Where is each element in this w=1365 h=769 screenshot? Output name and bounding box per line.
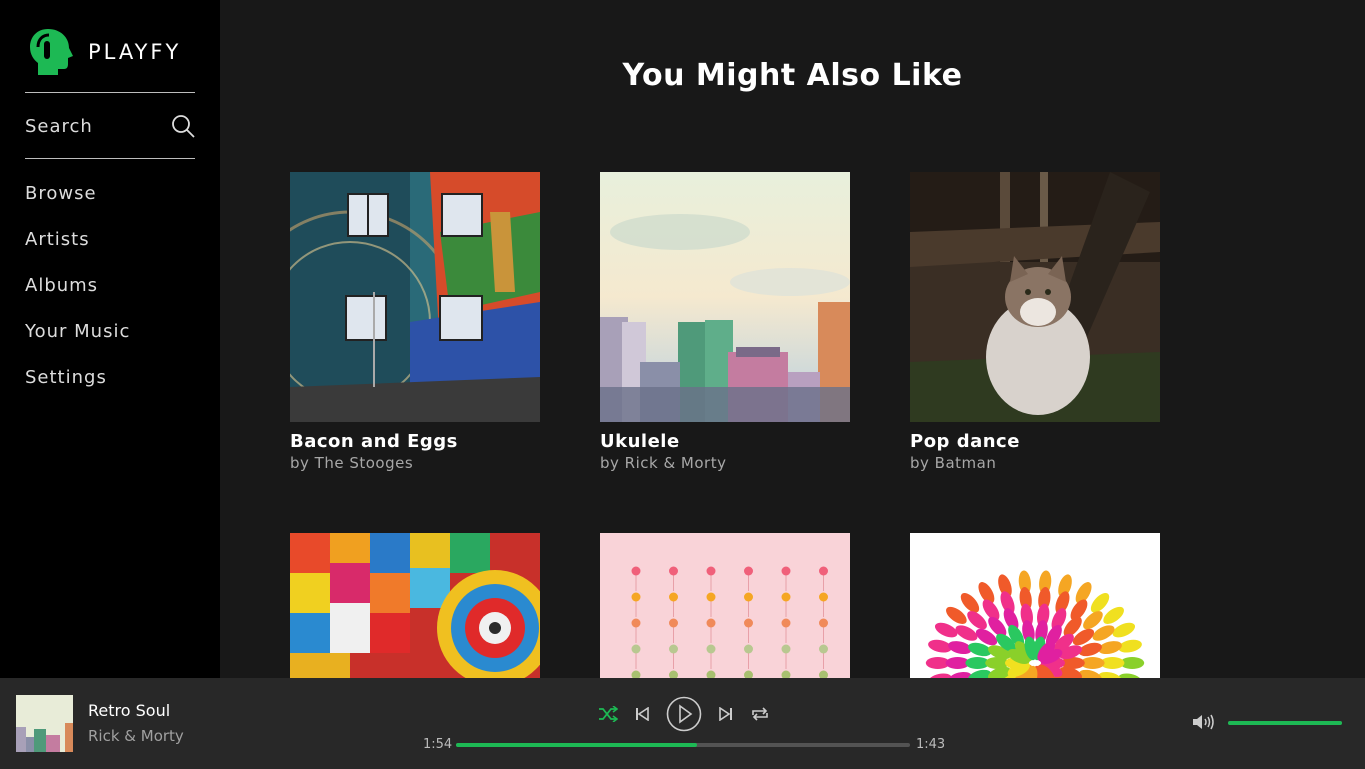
- main-content: You Might Also Like Bacon and Eggs by Th…: [220, 0, 1365, 678]
- progress-fill: [456, 743, 697, 747]
- previous-button[interactable]: [635, 707, 649, 721]
- album-artist[interactable]: by Rick & Morty: [600, 454, 850, 472]
- volume-icon: [1193, 714, 1214, 730]
- album-card[interactable]: [910, 533, 1160, 678]
- repeat-icon: [752, 707, 768, 721]
- divider: [25, 92, 195, 93]
- volume-button[interactable]: [1192, 713, 1216, 735]
- album-cover[interactable]: [910, 172, 1160, 422]
- sidebar-item-browse[interactable]: Browse: [25, 170, 130, 216]
- sidebar-nav: Browse Artists Albums Your Music Setting…: [25, 170, 130, 400]
- sidebar-item-artists[interactable]: Artists: [25, 216, 130, 262]
- logo[interactable]: PLAYFY: [28, 27, 181, 77]
- album-cover[interactable]: [290, 533, 540, 678]
- player-bar: Retro Soul Rick & Morty 1:54 1:43: [0, 678, 1365, 769]
- play-icon: [666, 696, 702, 732]
- next-icon: [719, 707, 732, 721]
- repeat-button[interactable]: [750, 706, 770, 722]
- album-artist[interactable]: by The Stooges: [290, 454, 540, 472]
- album-cover[interactable]: [290, 172, 540, 422]
- volume-slider[interactable]: [1228, 721, 1342, 725]
- album-card[interactable]: Ukulele by Rick & Morty: [600, 172, 850, 472]
- album-card[interactable]: [600, 533, 850, 678]
- search-label: Search: [25, 115, 93, 137]
- play-button[interactable]: [666, 696, 702, 732]
- shuffle-icon: [599, 706, 618, 722]
- now-playing-artist[interactable]: Rick & Morty: [88, 727, 184, 745]
- playback-controls: [598, 696, 770, 732]
- progress-bar[interactable]: [456, 743, 910, 747]
- search-icon[interactable]: [171, 114, 195, 138]
- album-cover[interactable]: [600, 533, 850, 678]
- album-artist[interactable]: by Batman: [910, 454, 1160, 472]
- search-input[interactable]: Search: [25, 104, 195, 148]
- sidebar-item-settings[interactable]: Settings: [25, 354, 130, 400]
- album-card[interactable]: Bacon and Eggs by The Stooges: [290, 172, 540, 472]
- remaining-time: 1:43: [916, 737, 946, 752]
- album-title[interactable]: Ukulele: [600, 431, 850, 452]
- album-card[interactable]: Pop dance by Batman: [910, 172, 1160, 472]
- now-playing-cover[interactable]: [16, 695, 73, 752]
- now-playing-title[interactable]: Retro Soul: [88, 701, 170, 720]
- volume-fill: [1228, 721, 1342, 725]
- album-cover[interactable]: [600, 172, 850, 422]
- page-title: You Might Also Like: [622, 58, 963, 93]
- app-name: PLAYFY: [88, 40, 182, 64]
- shuffle-button[interactable]: [598, 706, 618, 722]
- sidebar-item-your-music[interactable]: Your Music: [25, 308, 130, 354]
- previous-icon: [636, 707, 649, 721]
- album-title[interactable]: Pop dance: [910, 431, 1160, 452]
- album-cover[interactable]: [910, 533, 1160, 678]
- next-button[interactable]: [719, 707, 733, 721]
- album-title[interactable]: Bacon and Eggs: [290, 431, 540, 452]
- sidebar: PLAYFY Search Browse Artists Albums Your…: [0, 0, 220, 678]
- elapsed-time: 1:54: [423, 737, 453, 752]
- headphone-head-logo-icon: [30, 29, 73, 75]
- divider: [25, 158, 195, 159]
- sidebar-item-albums[interactable]: Albums: [25, 262, 130, 308]
- album-card[interactable]: [290, 533, 540, 678]
